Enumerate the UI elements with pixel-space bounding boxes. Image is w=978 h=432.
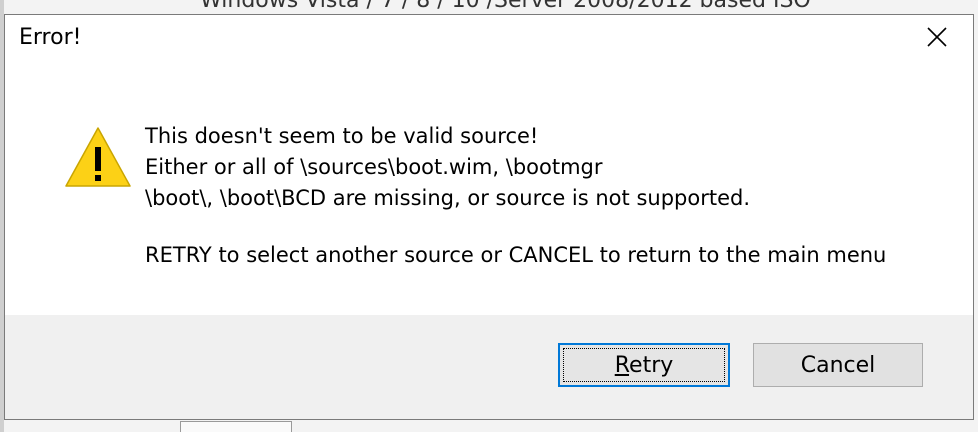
retry-button[interactable]: Retry — [558, 343, 730, 387]
dialog-content: This doesn't seem to be valid source! Ei… — [5, 63, 973, 315]
warning-icon — [65, 127, 131, 187]
instruction-text: RETRY to select another source or CANCEL… — [145, 243, 887, 267]
dialog-title: Error! — [19, 25, 82, 50]
close-button[interactable] — [901, 15, 973, 59]
screen: Windows Vista / 7 / 8 / 10 /Server 2008/… — [0, 0, 978, 432]
dialog-titlebar[interactable]: Error! — [5, 15, 973, 63]
message-line: This doesn't seem to be valid source! — [145, 124, 539, 148]
error-message: This doesn't seem to be valid source! Ei… — [145, 121, 886, 271]
close-icon — [927, 27, 947, 47]
message-line: Either or all of \sources\boot.wim, \boo… — [145, 155, 603, 179]
error-dialog: Error! This doesn't seem to be valid sou… — [4, 14, 974, 420]
message-line: \boot\, \boot\BCD are missing, or source… — [145, 186, 750, 210]
background-window-control — [180, 421, 292, 432]
focus-indicator — [563, 348, 725, 382]
cancel-button-label: Cancel — [800, 352, 876, 378]
cancel-button[interactable]: Cancel — [753, 343, 923, 387]
background-window-text: Windows Vista / 7 / 8 / 10 /Server 2008/… — [200, 0, 811, 13]
dialog-button-bar: Retry Cancel — [5, 315, 973, 419]
